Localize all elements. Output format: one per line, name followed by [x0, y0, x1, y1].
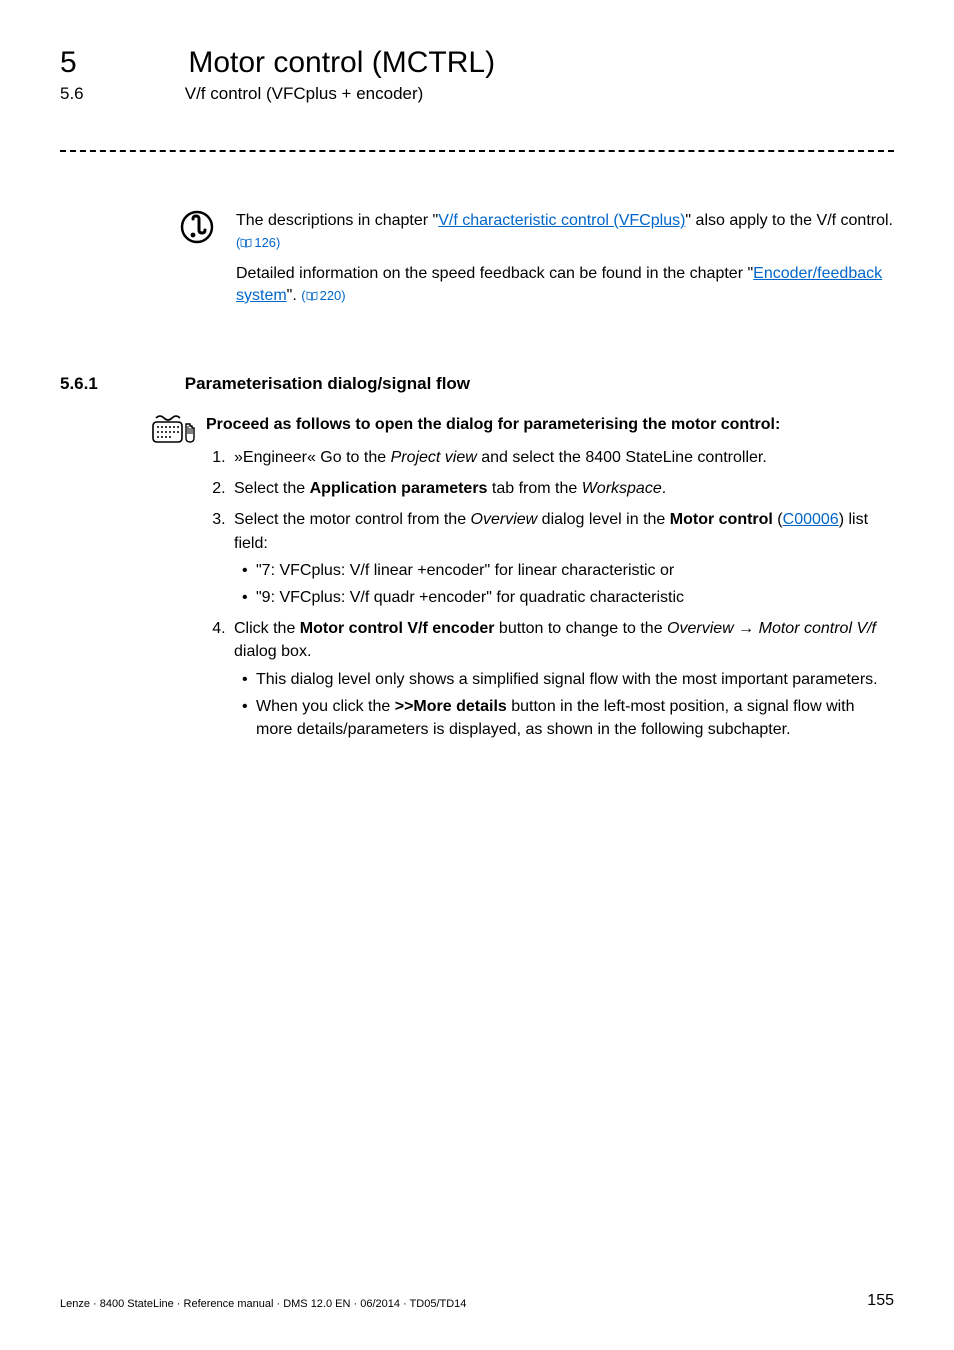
link-vf-characteristic[interactable]: V/f characteristic control (VFCplus)	[438, 212, 685, 229]
text: dialog level in the	[537, 511, 670, 528]
text: Project view	[391, 449, 477, 466]
text: (	[773, 511, 783, 528]
step-item: Select the motor control from the Overvi…	[230, 508, 894, 609]
text: " also apply to the V/f control.	[685, 212, 893, 229]
link[interactable]: C00006	[783, 511, 839, 528]
text: dialog box.	[234, 643, 311, 660]
bullet-list: "7: VFCplus: V/f linear +encoder" for li…	[242, 559, 894, 609]
text: Overview	[667, 620, 738, 637]
procedure-icon	[150, 412, 196, 446]
text: Motor control V/f	[759, 620, 876, 637]
instruction-block: Proceed as follows to open the dialog fo…	[150, 416, 894, 749]
text: When you click the	[256, 698, 395, 715]
bullet-list: This dialog level only shows a simplifie…	[242, 668, 894, 742]
section-header: 5.6 V/f control (VFCplus + encoder)	[60, 84, 423, 104]
text: button to change to the	[494, 620, 667, 637]
text: Select the	[234, 480, 310, 497]
bullet-item: "7: VFCplus: V/f linear +encoder" for li…	[242, 559, 894, 582]
step-item: Select the Application parameters tab fr…	[230, 477, 894, 500]
book-icon	[240, 235, 252, 253]
text: »Engineer« Go to the	[234, 449, 391, 466]
text: The descriptions in chapter "	[236, 212, 438, 229]
book-icon	[306, 288, 318, 306]
text: Detailed information on the speed feedba…	[236, 265, 753, 282]
page-number: 155	[867, 1292, 894, 1310]
text: Click the	[234, 620, 300, 637]
page-ref-number: 126	[254, 235, 276, 250]
subsection-number: 5.6.1	[60, 374, 180, 394]
text: >>More details	[395, 698, 507, 715]
chapter-header: 5 Motor control (MCTRL)	[60, 46, 495, 80]
step-item: Click the Motor control V/f encoder butt…	[230, 617, 894, 741]
text: ".	[287, 287, 302, 304]
chapter-number: 5	[60, 46, 180, 80]
text: Application parameters	[310, 480, 488, 497]
text: Workspace	[582, 480, 662, 497]
steps-list: »Engineer« Go to the Project view and se…	[206, 446, 894, 741]
text: .	[662, 480, 666, 497]
divider	[60, 150, 894, 152]
page-ref[interactable]: (126)	[236, 235, 280, 250]
bullet-item: This dialog level only shows a simplifie…	[242, 668, 894, 691]
page-ref-number: 220	[320, 288, 342, 303]
text: Motor control V/f encoder	[300, 620, 495, 637]
text: →	[738, 620, 758, 637]
subsection-heading: 5.6.1 Parameterisation dialog/signal flo…	[60, 374, 470, 394]
subsection-title: Parameterisation dialog/signal flow	[185, 374, 470, 394]
info-note: The descriptions in chapter "V/f charact…	[180, 210, 894, 316]
text: Overview	[471, 511, 538, 528]
info-paragraph-1: The descriptions in chapter "V/f charact…	[236, 210, 894, 253]
text: Motor control	[670, 511, 773, 528]
tip-icon	[180, 210, 214, 244]
section-number: 5.6	[60, 84, 180, 104]
instruction-lead: Proceed as follows to open the dialog fo…	[206, 416, 894, 434]
chapter-title: Motor control (MCTRL)	[188, 46, 495, 80]
text: This dialog level only shows a simplifie…	[256, 671, 878, 688]
text: tab from the	[487, 480, 581, 497]
page-ref[interactable]: (220)	[301, 288, 345, 303]
bullet-item: When you click the >>More details button…	[242, 695, 894, 741]
step-item: »Engineer« Go to the Project view and se…	[230, 446, 894, 469]
text: and select the 8400 StateLine controller…	[477, 449, 767, 466]
info-paragraph-2: Detailed information on the speed feedba…	[236, 263, 894, 306]
section-title: V/f control (VFCplus + encoder)	[185, 84, 424, 104]
text: Select the motor control from the	[234, 511, 471, 528]
footer-info: Lenze · 8400 StateLine · Reference manua…	[60, 1298, 466, 1310]
bullet-item: "9: VFCplus: V/f quadr +encoder" for qua…	[242, 586, 894, 609]
